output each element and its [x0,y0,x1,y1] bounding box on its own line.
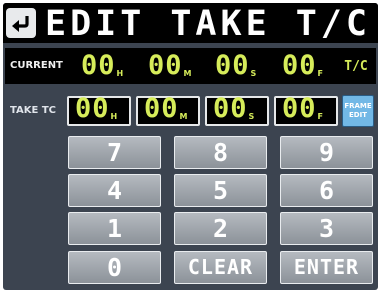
key-1[interactable]: 1 [68,212,161,245]
current-hours-value: 00 [81,50,116,81]
key-6[interactable]: 6 [280,174,373,207]
take-hours-unit: H [110,112,118,121]
take-seconds-value: 00 [213,93,248,124]
take-hours-field[interactable]: 00 H [67,93,131,126]
enter-button[interactable]: ENTER [280,251,373,284]
current-seconds-unit: S [250,69,257,78]
back-button[interactable] [6,8,36,38]
current-minutes-unit: M [183,69,192,78]
tc-indicator: T/C [338,56,374,78]
frame-edit-button[interactable]: FRAME EDIT [342,95,374,127]
take-minutes-value: 00 [144,93,179,124]
current-seconds: 00 S [209,51,271,81]
take-seconds-field[interactable]: 00 S [205,93,269,126]
current-frames-value: 00 [282,50,317,81]
title-bar: EDIT TAKE T/C [3,3,378,44]
take-frames-unit: F [317,112,323,121]
current-hours: 00 H [75,51,137,81]
take-frames-value: 00 [282,93,317,124]
key-9[interactable]: 9 [280,136,373,169]
key-5[interactable]: 5 [174,174,267,207]
current-frames-unit: F [317,69,323,78]
current-minutes: 00 M [142,51,204,81]
key-0[interactable]: 0 [68,251,161,284]
take-hours-value: 00 [75,93,110,124]
take-tc-row: TAKE TC 00 H 00 M 00 S 00 F FRAME EDIT [5,92,376,130]
clear-button[interactable]: CLEAR [174,251,267,284]
take-minutes-unit: M [179,112,188,121]
page-title: EDIT TAKE T/C [45,4,371,44]
current-seconds-value: 00 [215,50,250,81]
key-8[interactable]: 8 [174,136,267,169]
take-seconds-unit: S [248,112,255,121]
current-frames: 00 F [276,51,338,81]
return-arrow-icon [12,16,29,32]
key-7[interactable]: 7 [68,136,161,169]
current-label: CURRENT [10,60,63,71]
take-tc-label: TAKE TC [10,105,57,116]
take-frames-field[interactable]: 00 F [274,93,338,126]
key-2[interactable]: 2 [174,212,267,245]
current-minutes-value: 00 [148,50,183,81]
take-minutes-field[interactable]: 00 M [136,93,200,126]
key-3[interactable]: 3 [280,212,373,245]
current-hours-unit: H [116,69,124,78]
edit-take-tc-screen: EDIT TAKE T/C CURRENT 00 H 00 M 00 S 00 … [3,3,378,290]
current-tc-row: CURRENT 00 H 00 M 00 S 00 F T/C [5,48,376,84]
key-4[interactable]: 4 [68,174,161,207]
